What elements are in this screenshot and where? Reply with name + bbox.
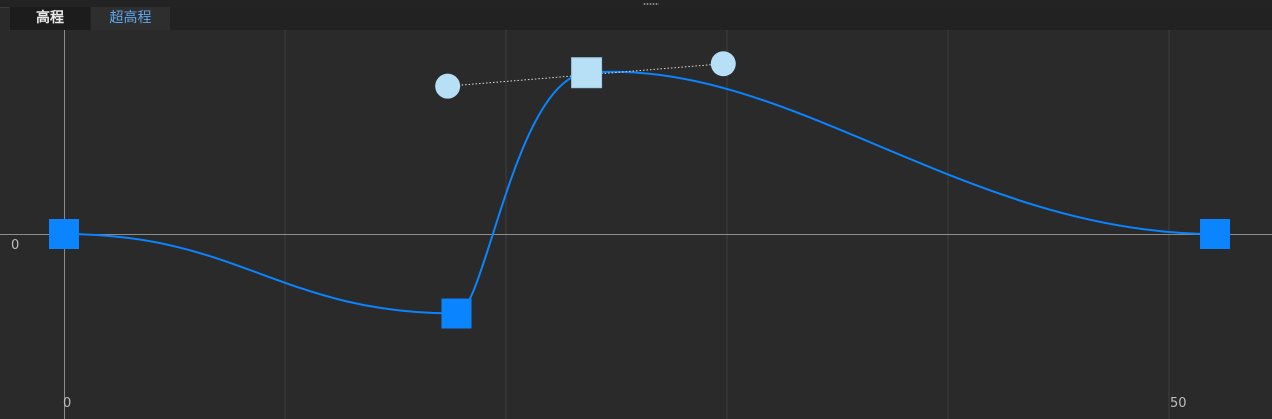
tab-bar: 高程 超高程 [10, 7, 1272, 30]
curve-editor: 高程 超高程 0 0 50 [0, 0, 1272, 419]
tangent-handle-in[interactable] [435, 73, 461, 99]
tab-superelevation[interactable]: 超高程 [91, 7, 170, 30]
axes [0, 30, 1272, 419]
keyframe[interactable] [441, 298, 472, 329]
x-axis-label-end: 50 [1170, 396, 1187, 411]
tab-elevation[interactable]: 高程 [10, 7, 90, 30]
keyframe[interactable] [1200, 219, 1231, 249]
x-axis-label-start: 0 [63, 396, 72, 411]
y-axis-zero-label: 0 [11, 238, 20, 253]
keyframe-selected[interactable] [571, 57, 603, 89]
keyframe[interactable] [49, 219, 79, 249]
tangent-handle-out[interactable] [710, 51, 736, 77]
curve-line[interactable] [63, 70, 1216, 315]
curve-svg[interactable] [0, 30, 1272, 419]
curve-plot[interactable]: 0 0 50 [0, 30, 1272, 419]
splitter-grip-icon[interactable] [643, 3, 659, 5]
keyframes[interactable] [49, 57, 1231, 329]
